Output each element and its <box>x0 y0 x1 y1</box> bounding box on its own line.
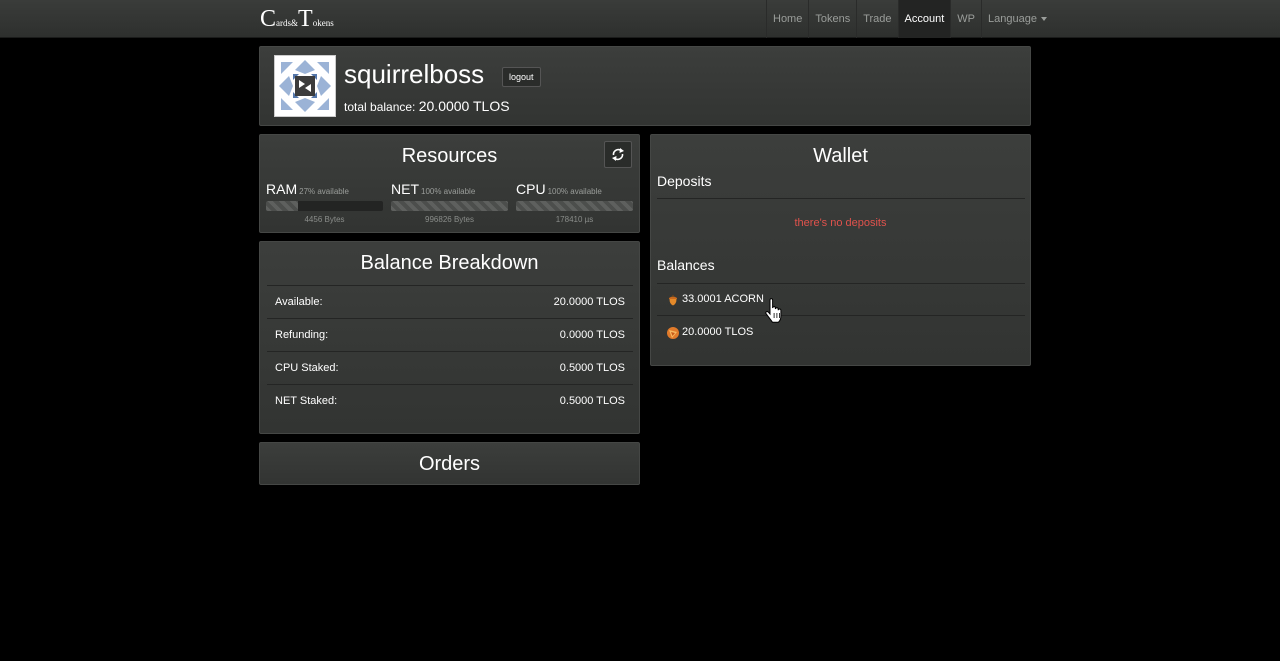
wallet-title: Wallet <box>813 145 868 167</box>
brand-logo[interactable]: Cards & Tokens <box>260 6 334 32</box>
total-balance-label: total balance: <box>344 100 416 114</box>
total-balance-value: 20.0000 TLOS <box>418 98 510 114</box>
breakdown-value: 20.0000 TLOS <box>553 296 625 308</box>
brand-text-okens: okens <box>312 18 334 28</box>
balance-text: 20.0000 TLOS <box>682 326 754 338</box>
breakdown-row-net-staked: NET Staked: 0.5000 TLOS <box>267 384 633 417</box>
breakdown-row-refunding: Refunding: 0.0000 TLOS <box>267 318 633 351</box>
breakdown-row-available: Available: 20.0000 TLOS <box>267 285 633 318</box>
username: squirrelboss <box>344 59 485 89</box>
breakdown-label: NET Staked: <box>275 395 338 407</box>
breakdown-row-cpu-staked: CPU Staked: 0.5000 TLOS <box>267 351 633 384</box>
resource-ram-available: 27% available <box>299 187 349 196</box>
breakdown-label: Available: <box>275 296 323 308</box>
nav-home[interactable]: Home <box>766 0 808 38</box>
refresh-button[interactable] <box>604 141 632 168</box>
breakdown-label: Refunding: <box>275 329 329 341</box>
resources-panel: Resources RAM 27% available 4456 Bytes NE… <box>259 134 640 233</box>
nav-tokens[interactable]: Tokens <box>808 0 856 38</box>
resource-ram-label: RAM <box>266 181 298 197</box>
hand-pointer-cursor-icon <box>765 298 782 323</box>
nav-account[interactable]: Account <box>897 0 951 38</box>
brand-letter-c: C <box>260 6 277 32</box>
deposits-heading: Deposits <box>657 173 712 189</box>
refresh-icon <box>612 148 624 161</box>
resource-net-label: NET <box>391 181 419 197</box>
resource-cpu-label: CPU <box>516 181 546 197</box>
nav-language-dropdown[interactable]: Language <box>981 0 1053 38</box>
avatar <box>274 55 336 117</box>
resource-ram-bar <box>266 201 383 211</box>
resources-title: Resources <box>401 145 498 167</box>
identicon-icon <box>275 56 335 116</box>
nav-language-label: Language <box>988 13 1037 25</box>
balance-breakdown-title: Balance Breakdown <box>360 252 539 274</box>
balance-item-tlos[interactable]: 20.0000 TLOS <box>657 316 1025 349</box>
profile-panel: squirrelboss logout total balance: 20.00… <box>259 46 1031 126</box>
brand-ampersand: & <box>291 18 299 28</box>
resource-cpu-amount: 178410 µs <box>555 215 594 224</box>
resource-ram-amount: 4456 Bytes <box>304 215 345 224</box>
balances-heading: Balances <box>657 257 715 273</box>
brand-text-ards: ards <box>276 18 292 28</box>
telos-icon <box>667 327 679 339</box>
chevron-down-icon <box>1040 17 1047 22</box>
resource-net: NET 100% available 996826 Bytes <box>391 181 508 224</box>
resource-ram-fill <box>266 201 298 211</box>
orders-panel: Orders <box>259 442 640 485</box>
orders-title: Orders <box>418 453 481 475</box>
breakdown-label: CPU Staked: <box>275 362 339 374</box>
resource-cpu-bar <box>516 201 633 211</box>
wallet-panel: Wallet Deposits there's no deposits Bala… <box>650 134 1031 366</box>
divider <box>657 198 1025 199</box>
breakdown-value: 0.0000 TLOS <box>559 329 625 341</box>
resource-net-available: 100% available <box>421 187 476 196</box>
resource-cpu-fill <box>516 201 633 211</box>
total-balance: total balance: 20.0000 TLOS <box>344 98 510 114</box>
resource-cpu: CPU 100% available 178410 µs <box>516 181 633 224</box>
balance-breakdown-panel: Balance Breakdown Available: 20.0000 TLO… <box>259 241 640 434</box>
top-navbar: Cards & Tokens Home Tokens Trade Account W… <box>0 0 1280 38</box>
nav-links: Home Tokens Trade Account WP Language <box>766 0 1053 38</box>
nav-wp[interactable]: WP <box>950 0 981 38</box>
breakdown-value: 0.5000 TLOS <box>559 362 625 374</box>
resource-net-amount: 996826 Bytes <box>425 215 474 224</box>
acorn-icon <box>669 295 677 306</box>
brand-letter-t: T <box>298 6 313 32</box>
logout-button[interactable]: logout <box>502 67 541 87</box>
resource-cpu-available: 100% available <box>547 187 602 196</box>
nav-trade[interactable]: Trade <box>856 0 897 38</box>
breakdown-value: 0.5000 TLOS <box>559 395 625 407</box>
resource-net-fill <box>391 201 508 211</box>
resource-net-bar <box>391 201 508 211</box>
resource-ram: RAM 27% available 4456 Bytes <box>266 181 383 224</box>
balance-item-acorn[interactable]: 33.0001 ACORN <box>657 283 1025 316</box>
balance-text: 33.0001 ACORN <box>682 293 764 305</box>
no-deposits-message: there's no deposits <box>794 217 887 229</box>
